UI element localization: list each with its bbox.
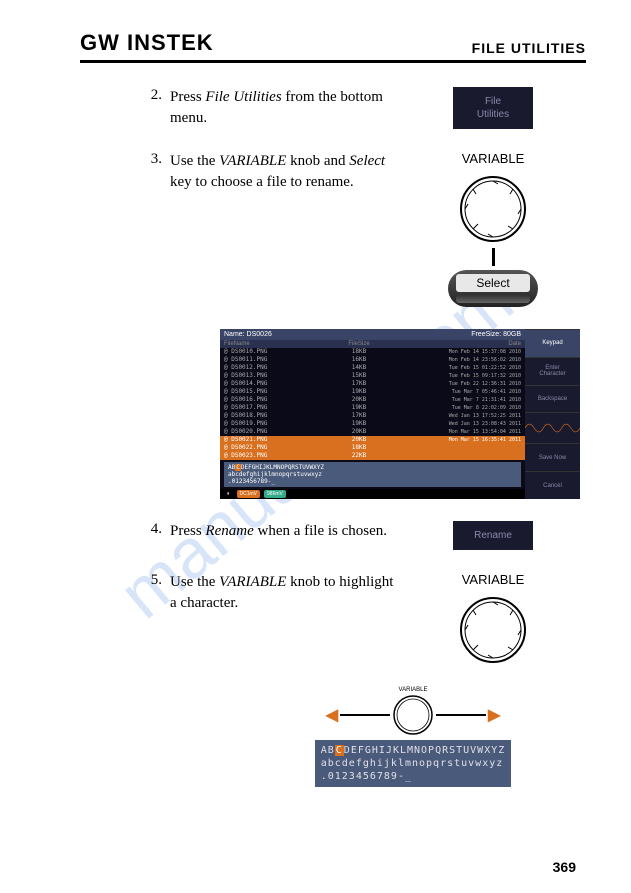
step-text: Press File Utilities from the bottom men… <box>170 87 400 129</box>
variable-knob[interactable]: Select <box>448 174 538 307</box>
variable-label: VARIABLE <box>462 572 525 587</box>
ss-side-keypad: Keypad <box>525 329 580 357</box>
table-row[interactable]: @ DS0010.PNG18KBMon Feb 14 15:37:08 2010 <box>220 348 525 356</box>
table-row[interactable]: @ DS0019.PNG19KBWed Jan 13 23:08:43 2011 <box>220 420 525 428</box>
ss-side-save[interactable]: Save Now <box>525 443 580 471</box>
step-5: 5. Use the VARIABLE knob to highlight a … <box>80 572 586 665</box>
step-text: Press Rename when a file is chosen. <box>170 521 400 542</box>
table-row[interactable]: @ DS0022.PNG18KB <box>220 444 525 452</box>
step-text: Use the VARIABLE knob and Select key to … <box>170 151 400 193</box>
ss-side-enter[interactable]: Enter Character <box>525 357 580 385</box>
step-number: 5. <box>80 572 170 589</box>
step-3: 3. Use the VARIABLE knob and Select key … <box>80 151 586 307</box>
ss-name-label: Name: DS0026 <box>224 331 272 338</box>
rename-button[interactable]: Rename <box>453 521 533 550</box>
knob-icon <box>458 174 528 244</box>
ss-sidebar: Keypad Enter Character Backspace Save No… <box>525 329 580 499</box>
table-row[interactable]: @ DS0017.PNG19KBTue Mar 8 22:02:09 2010 <box>220 404 525 412</box>
table-row[interactable]: @ DS0012.PNG14KBTue Feb 15 01:22:52 2010 <box>220 364 525 372</box>
select-button[interactable]: Select <box>448 270 538 307</box>
knob-icon[interactable] <box>458 595 528 665</box>
step-number: 4. <box>80 521 170 538</box>
table-row[interactable]: @ DS0016.PNG20KBTue Mar 7 21:31:41 2010 <box>220 396 525 404</box>
ss-charset: ABCDEFGHIJKLMNOPQRSTUVWXYZabcdefghijklmn… <box>224 462 521 487</box>
step-number: 3. <box>80 151 170 168</box>
brand-logo: GW INSTEK <box>80 30 214 56</box>
page-header: GW INSTEK FILE UTILITIES <box>80 30 586 63</box>
table-row[interactable]: @ DS0015.PNG19KBTue Mar 7 05:46:41 2010 <box>220 388 525 396</box>
variable-label: VARIABLE <box>462 151 525 166</box>
character-selector: VARIABLE ◀ ▶ ABCDEFGHIJKLMNOPQRSTUVWXYZ … <box>240 687 586 787</box>
charset-display: ABCDEFGHIJKLMNOPQRSTUVWXYZ abcdefghijklm… <box>315 740 512 787</box>
step-2: 2. Press File Utilities from the bottom … <box>80 87 586 129</box>
table-row[interactable]: @ DS0013.PNG15KBTue Feb 15 09:17:32 2010 <box>220 372 525 380</box>
step-text: Use the VARIABLE knob to highlight a cha… <box>170 572 400 614</box>
file-browser-screenshot: Name: DS0026FreeSize: 80GB FileNameFileS… <box>220 329 580 499</box>
step-4: 4. Press Rename when a file is chosen. R… <box>80 521 586 550</box>
ss-side-cancel[interactable]: Cancel <box>525 471 580 499</box>
table-row[interactable]: @ DS0021.PNG20KBMon Mar 15 16:35:41 2011 <box>220 436 525 444</box>
file-utilities-button[interactable]: File Utilities <box>453 87 533 129</box>
table-row[interactable]: @ DS0023.PNG22KB <box>220 452 525 460</box>
small-knob-label: VARIABLE <box>399 687 428 693</box>
table-row[interactable]: @ DS0018.PNG17KBWed Jan 13 17:52:25 2011 <box>220 412 525 420</box>
right-arrow-icon: ▶ <box>488 705 500 725</box>
section-title: FILE UTILITIES <box>472 40 586 56</box>
left-arrow-icon: ◀ <box>326 705 338 725</box>
ss-freesize-label: FreeSize: 80GB <box>471 331 521 338</box>
step-number: 2. <box>80 87 170 104</box>
table-row[interactable]: @ DS0014.PNG17KBTue Feb 22 12:36:31 2010 <box>220 380 525 388</box>
connector-line <box>492 248 495 266</box>
table-row[interactable]: @ DS0020.PNG20KBMon Mar 15 13:54:04 2011 <box>220 428 525 436</box>
table-row[interactable]: @ DS0011.PNG16KBMon Feb 14 23:56:02 2010 <box>220 356 525 364</box>
ss-side-wave <box>525 412 580 443</box>
page-number: 369 <box>553 859 576 875</box>
ss-side-backspace[interactable]: Backspace <box>525 385 580 413</box>
small-knob-icon[interactable] <box>392 694 434 736</box>
